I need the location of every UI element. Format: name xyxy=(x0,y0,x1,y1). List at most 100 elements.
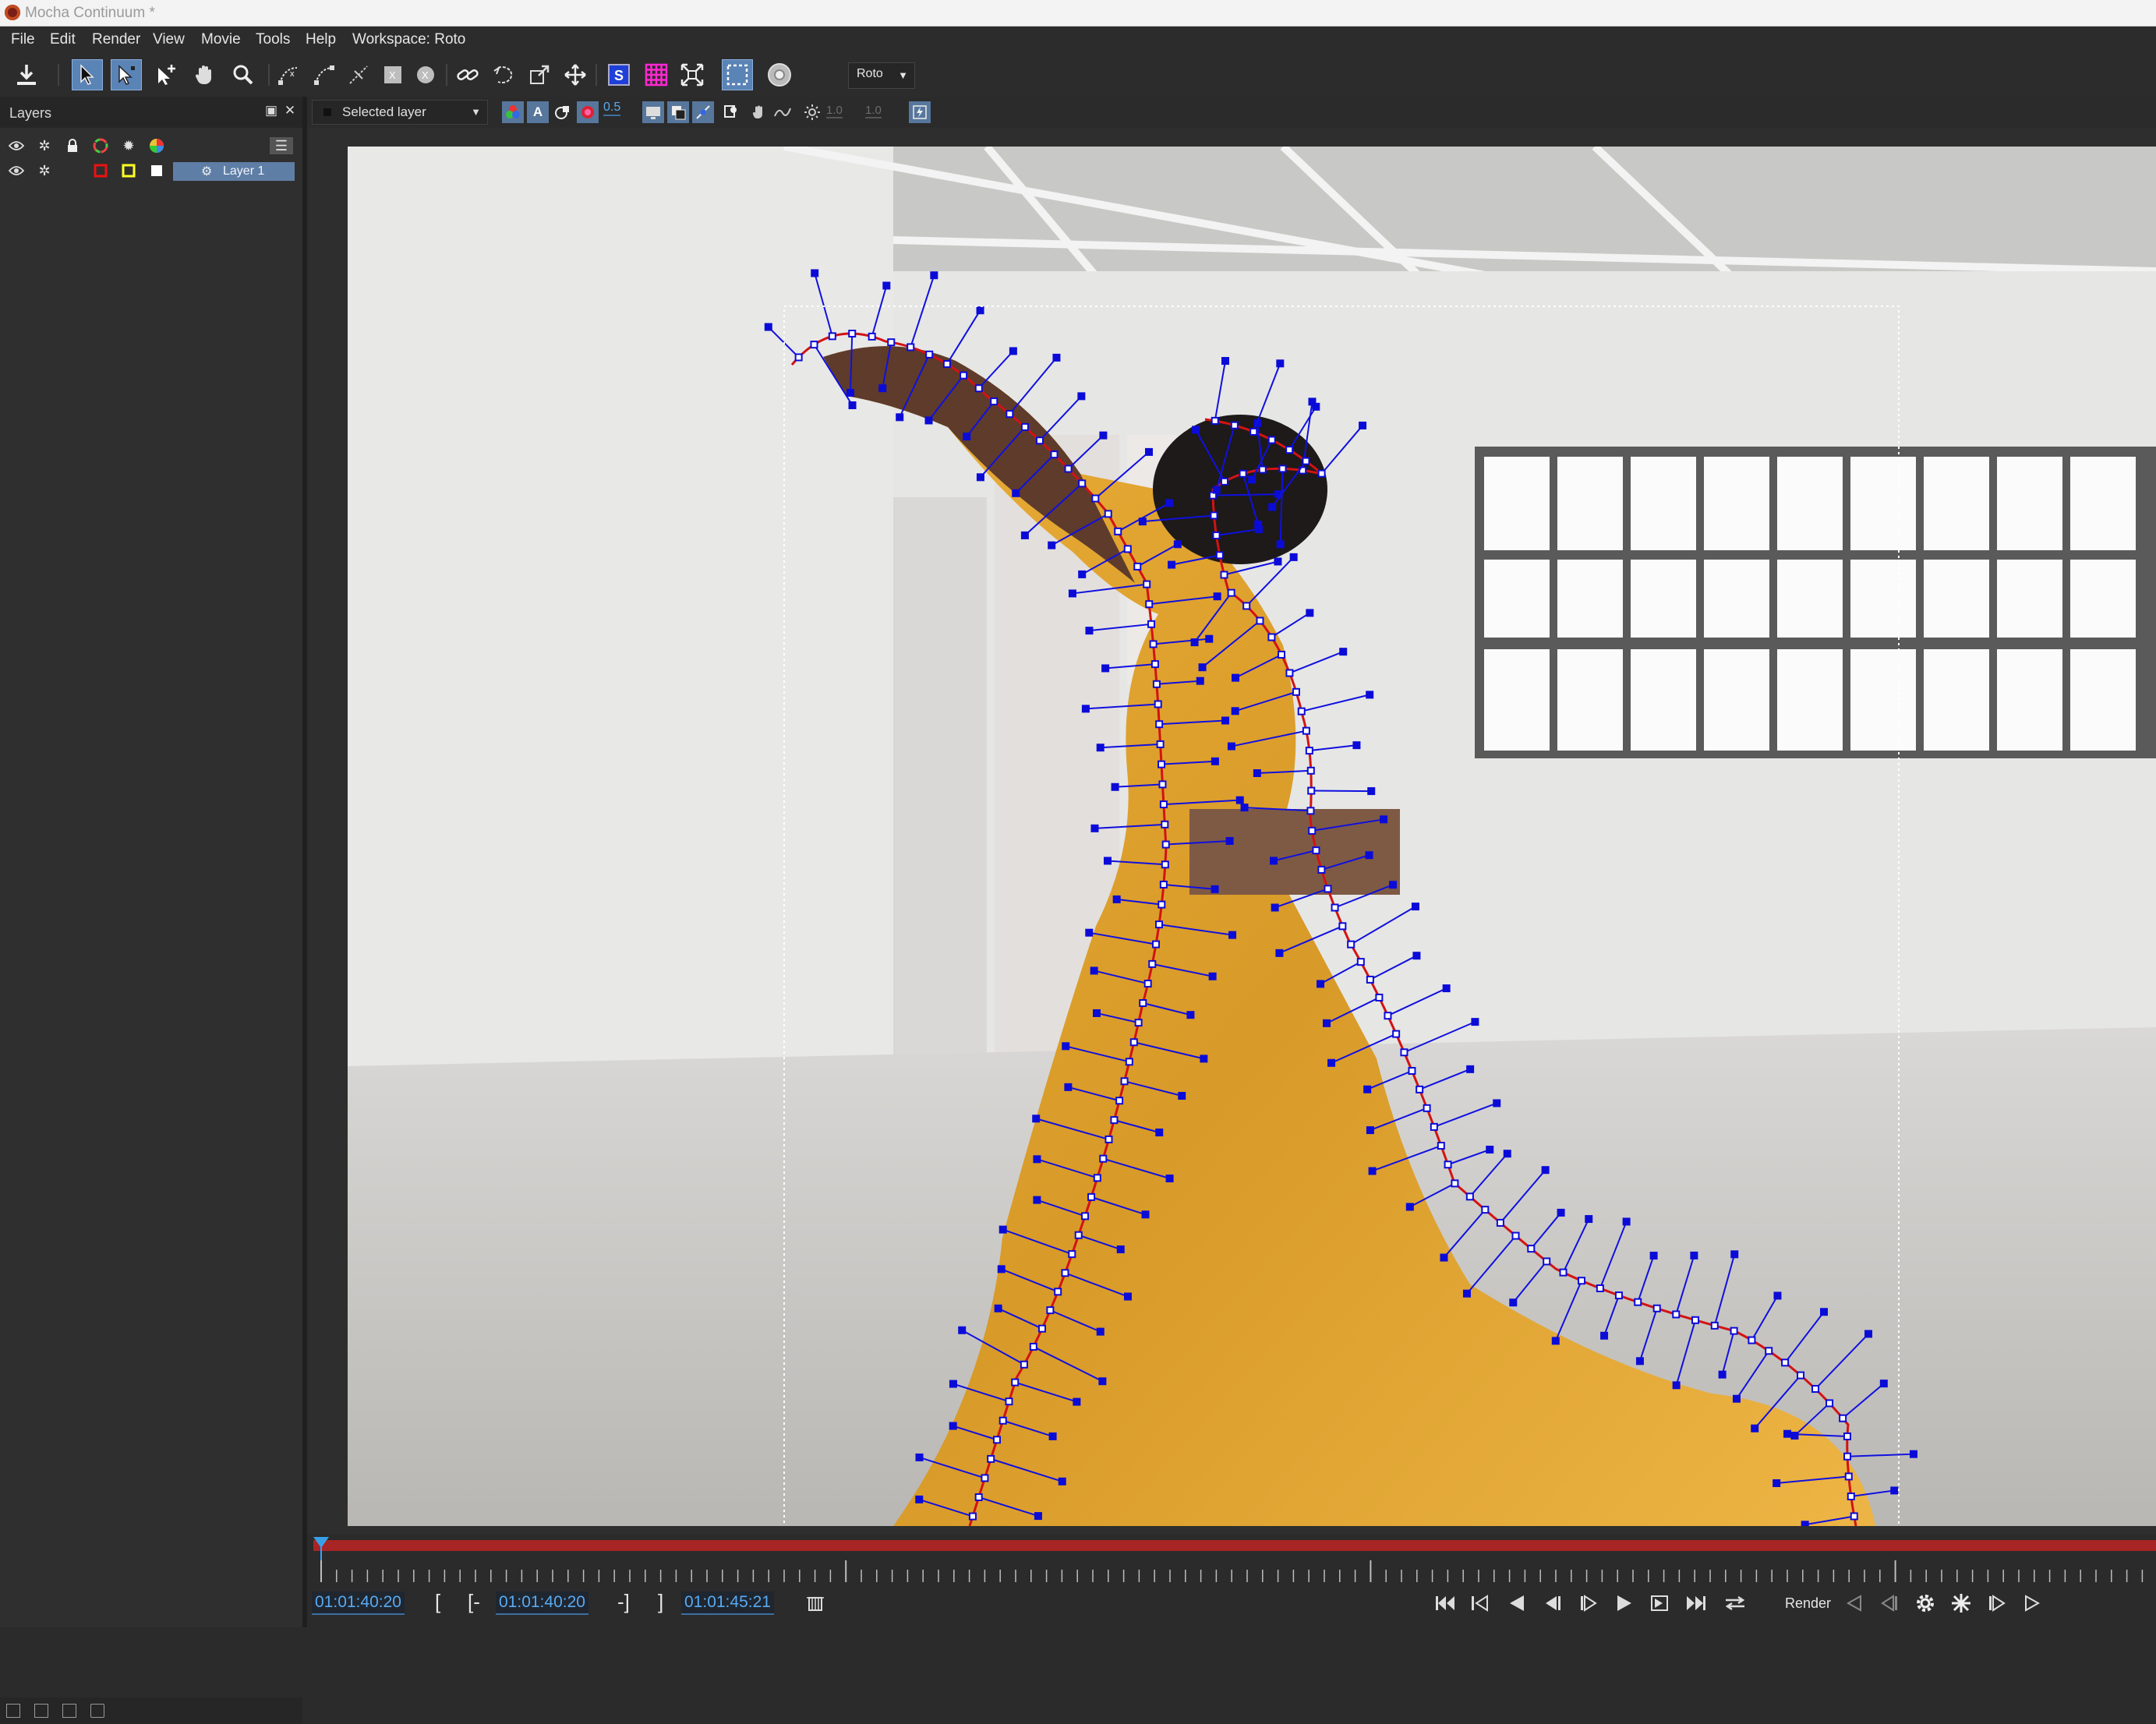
spline-control-point[interactable] xyxy=(1125,1058,1133,1066)
spline-handle-point[interactable] xyxy=(1751,1424,1759,1433)
link-icon[interactable] xyxy=(452,59,483,90)
spline-control-point[interactable] xyxy=(1133,562,1142,571)
spline-handle-point[interactable] xyxy=(1466,1065,1475,1073)
spline-control-point[interactable] xyxy=(828,332,836,341)
layer-1-item[interactable]: ⚙ Layer 1 xyxy=(173,162,295,181)
magnetic-icon[interactable] xyxy=(343,59,374,90)
spline-handle-point[interactable] xyxy=(1411,903,1419,911)
spline-handle-point[interactable] xyxy=(1116,1245,1125,1254)
spline-control-point[interactable] xyxy=(1710,1321,1719,1330)
undock-icon[interactable]: ▣ xyxy=(263,103,279,120)
spline-control-point[interactable] xyxy=(1114,527,1122,535)
render-frame-forward-icon[interactable] xyxy=(1985,1592,2009,1615)
go-to-start-icon[interactable] xyxy=(1433,1592,1458,1615)
go-to-end-icon[interactable] xyxy=(1684,1592,1709,1615)
render-forward-icon[interactable] xyxy=(2020,1592,2045,1615)
menu-tools[interactable]: Tools xyxy=(256,31,290,48)
spline-control-point[interactable] xyxy=(1078,479,1087,488)
spline-control-point[interactable] xyxy=(974,384,983,393)
spline-handle-point[interactable] xyxy=(1048,1432,1057,1440)
spline-control-point[interactable] xyxy=(1437,1142,1445,1150)
spline-control-point[interactable] xyxy=(1347,940,1355,949)
spline-handle-point[interactable] xyxy=(1327,1058,1336,1067)
spline-handle-point[interactable] xyxy=(1178,1092,1186,1100)
spline-handle-point[interactable] xyxy=(994,1304,1002,1312)
move-icon[interactable] xyxy=(560,59,591,90)
spline-handle-point[interactable] xyxy=(1359,421,1367,429)
duplicate-layer-icon[interactable] xyxy=(62,1704,76,1718)
spline-handle-point[interactable] xyxy=(1033,1196,1041,1204)
spline-handle-point[interactable] xyxy=(1790,1432,1799,1440)
layer-tracking-icon[interactable]: ✲ xyxy=(36,162,53,179)
spline-handle-point[interactable] xyxy=(1405,1203,1414,1211)
roi-icon[interactable] xyxy=(722,59,753,90)
spline-handle-point[interactable] xyxy=(1462,1289,1471,1298)
menu-edit[interactable]: Edit xyxy=(50,31,76,48)
scale-icon[interactable] xyxy=(524,59,555,90)
spline-control-point[interactable] xyxy=(1152,940,1161,949)
spline-handle-point[interactable] xyxy=(1271,903,1279,912)
spline-control-point[interactable] xyxy=(1267,436,1276,444)
spline-handle-point[interactable] xyxy=(1211,885,1219,893)
out-point-field[interactable]: 01:01:45:21 xyxy=(681,1592,774,1615)
spline-control-point[interactable] xyxy=(1081,1212,1090,1221)
color-wheel-icon[interactable] xyxy=(148,137,165,154)
bezier-spline-icon[interactable] xyxy=(309,59,340,90)
spline-handle-point[interactable] xyxy=(1509,1298,1518,1307)
show-splines-icon[interactable] xyxy=(692,101,714,123)
spline-handle-point[interactable] xyxy=(1274,557,1282,566)
spline-handle-point[interactable] xyxy=(1090,966,1098,975)
go-to-in-point-button[interactable]: [- xyxy=(468,1590,480,1614)
spline-control-point[interactable] xyxy=(1366,975,1374,984)
spline-handle-point[interactable] xyxy=(1801,1521,1809,1526)
spline-control-point[interactable] xyxy=(887,338,896,347)
spline-control-point[interactable] xyxy=(1159,880,1168,888)
spline-control-point[interactable] xyxy=(1258,465,1267,474)
add-point-icon[interactable] xyxy=(150,59,181,90)
spline-control-point[interactable] xyxy=(1158,760,1166,768)
spline-control-point[interactable] xyxy=(1748,1336,1756,1344)
spline-control-point[interactable] xyxy=(990,397,998,406)
spline-control-point[interactable] xyxy=(1672,1310,1681,1319)
in-out-range-bar[interactable] xyxy=(313,1540,2156,1551)
spline-handle-point[interactable] xyxy=(1253,769,1261,778)
spline-handle-point[interactable] xyxy=(1493,1099,1501,1108)
spline-handle-point[interactable] xyxy=(846,388,854,397)
spline-control-point[interactable] xyxy=(1312,846,1320,855)
spline-control-point[interactable] xyxy=(1148,959,1157,968)
spline-handle-point[interactable] xyxy=(1248,475,1256,484)
spline-handle-point[interactable] xyxy=(1365,851,1373,860)
new-layer-icon[interactable] xyxy=(34,1704,48,1718)
spline-control-point[interactable] xyxy=(1559,1268,1568,1277)
spline-control-point[interactable] xyxy=(1061,1269,1069,1277)
spline-handle-point[interactable] xyxy=(1240,804,1249,812)
spline-control-point[interactable] xyxy=(1054,1288,1062,1296)
spline-control-point[interactable] xyxy=(974,1493,983,1502)
spline-control-point[interactable] xyxy=(1797,1371,1805,1380)
spline-handle-point[interactable] xyxy=(1690,1251,1698,1259)
spline-handle-point[interactable] xyxy=(1339,648,1348,656)
spline-handle-point[interactable] xyxy=(1306,609,1314,617)
step-forward-icon[interactable] xyxy=(1576,1592,1601,1615)
spline-handle-point[interactable] xyxy=(1312,402,1320,411)
select-points-icon[interactable] xyxy=(111,59,142,90)
spline-handle-point[interactable] xyxy=(915,1453,924,1461)
spline-control-point[interactable] xyxy=(1843,1432,1851,1440)
spline-handle-point[interactable] xyxy=(1254,520,1263,528)
spline-handle-point[interactable] xyxy=(1141,1210,1150,1219)
spline-control-point[interactable] xyxy=(1046,1306,1055,1315)
spline-control-point[interactable] xyxy=(1308,826,1317,835)
spline-handle-point[interactable] xyxy=(1064,1083,1073,1091)
spline-control-point[interactable] xyxy=(1110,1116,1119,1125)
spline-handle-point[interactable] xyxy=(1773,1291,1782,1300)
spline-handle-point[interactable] xyxy=(976,473,984,482)
spline-handle-point[interactable] xyxy=(1173,540,1182,549)
spline-control-point[interactable] xyxy=(1161,840,1170,849)
spline-handle-point[interactable] xyxy=(1192,426,1200,434)
menu-render[interactable]: Render xyxy=(92,31,140,48)
matte-opacity-value[interactable]: 0.5 xyxy=(603,101,621,116)
trash-icon[interactable] xyxy=(90,1704,104,1718)
in-point-field[interactable]: 01:01:40:20 xyxy=(496,1592,588,1615)
spline-handle-point[interactable] xyxy=(1773,1479,1781,1488)
spline-handle-point[interactable] xyxy=(1033,1155,1041,1164)
